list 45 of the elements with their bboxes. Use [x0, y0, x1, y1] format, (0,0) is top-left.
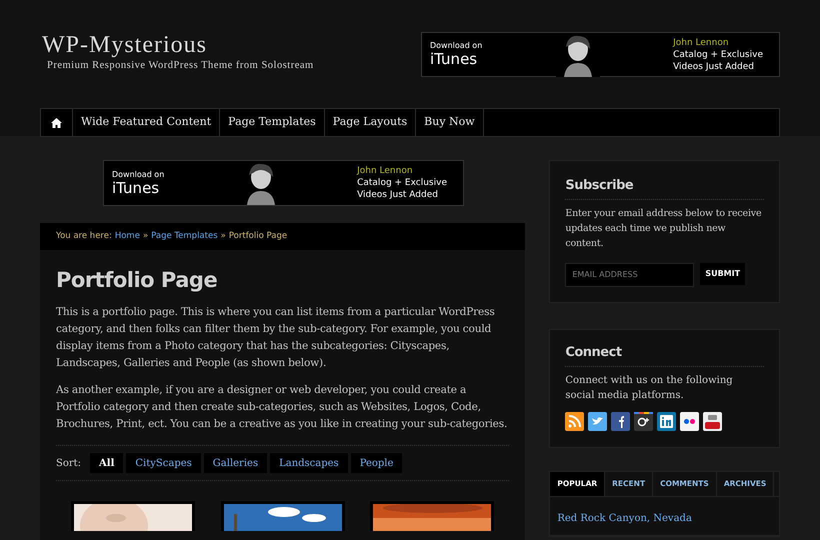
twitter-icon[interactable]	[588, 412, 608, 430]
breadcrumb-link[interactable]: Page Templates	[151, 230, 218, 243]
nav-link[interactable]: Page Layouts	[324, 109, 416, 136]
ad-brand: iTunes	[430, 52, 478, 67]
filter-tab[interactable]: Landscapes	[270, 453, 348, 473]
breadcrumb-current: Portfolio Page	[228, 230, 288, 243]
filter-tab[interactable]: CityScapes	[126, 453, 201, 473]
facebook-icon[interactable]	[611, 412, 630, 430]
email-field[interactable]: EMAIL ADDRESS	[565, 262, 694, 286]
widget-title: Connect	[565, 343, 764, 366]
sort-label: Sort:	[56, 456, 82, 470]
widget-title: Subscribe	[565, 176, 764, 200]
ad-kicker: Download on	[112, 170, 164, 178]
widget-text: Connect with us on the following social media platforms.	[565, 374, 734, 402]
ad-text: Videos Just Added	[357, 189, 439, 201]
ad-banner[interactable]: Download on iTunes John Lennon Catalog + Exclusive Videos Just Added	[103, 160, 464, 206]
ad-text: Catalog + Exclusive	[357, 177, 447, 189]
ad-artist: John Lennon	[673, 36, 730, 48]
breadcrumb-separator: »	[142, 230, 148, 243]
rss-icon[interactable]	[565, 412, 584, 430]
submit-button[interactable]: SUBMIT	[700, 262, 746, 284]
linkedin-icon[interactable]	[657, 412, 676, 430]
nav-link[interactable]: Page Templates	[220, 109, 325, 136]
nav-link[interactable]: Buy Now	[416, 109, 484, 136]
breadcrumb-separator: »	[220, 230, 226, 243]
ad-artist: John Lennon	[357, 165, 414, 177]
ad-text: Videos Just Added	[673, 60, 755, 72]
breadcrumb-link[interactable]: Home	[114, 230, 140, 243]
filter-tab[interactable]: All	[90, 453, 124, 473]
site-tagline: Premium Responsive WordPress Theme from Solostream	[46, 59, 314, 73]
post-link[interactable]: Red Rock Canyon, Nevada	[557, 513, 692, 524]
body-paragraph: As another example, if you are a designer or web developer, you could create a Portfolio category and then create sub-categories, such as Websites, Logos, Code, Brochures, Print, ect. You can be a creative as you like in creating your sub-categories.	[56, 383, 508, 432]
ad-kicker: Download on	[430, 42, 482, 50]
site-title[interactable]: WP-Mysterious	[42, 32, 314, 58]
body-paragraph: This is a portfolio page. This is where you can list items from a particular WordPress category, and then folks can filter them by the sub-category. For example, you could display items from a Photo category that has the subcategories: Cityscapes, Landscapes, Galleries and People (as shown below).	[56, 305, 496, 371]
ad-text: Catalog + Exclusive	[673, 48, 763, 60]
widget-text: Enter your email address below to receive updates each time we publish new content.	[565, 206, 762, 250]
page-title: Portfolio Page	[56, 267, 218, 294]
ad-brand: iTunes	[112, 180, 160, 196]
breadcrumb-label: You are here:	[56, 230, 112, 243]
filter-tab[interactable]: Galleries	[204, 453, 268, 473]
ad-banner[interactable]: Download on iTunes John Lennon Catalog + Exclusive Videos Just Added	[421, 32, 780, 77]
filter-tab[interactable]: People	[350, 453, 402, 473]
nav-link[interactable]: Wide Featured Content	[73, 109, 220, 136]
flickr-icon[interactable]	[680, 412, 700, 430]
